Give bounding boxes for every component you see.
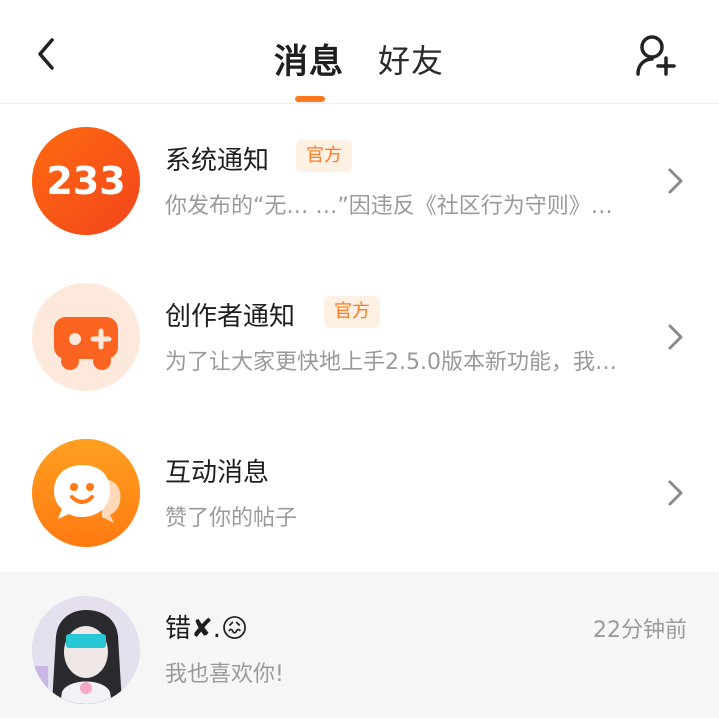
gamepad-plus-icon xyxy=(32,283,140,391)
official-badge: 官方 xyxy=(324,296,380,328)
tab-friends[interactable]: 好友 xyxy=(378,36,444,82)
top-bar: 消息 好友 xyxy=(0,0,719,104)
active-tab-indicator xyxy=(295,96,325,102)
add-friend-icon[interactable] xyxy=(632,32,678,78)
logo-233-icon: 233 xyxy=(32,127,140,235)
svg-text:233: 233 xyxy=(46,159,125,203)
official-badge: 官方 xyxy=(296,140,352,172)
back-arrow-icon[interactable] xyxy=(28,34,68,74)
smiley-chat-icon xyxy=(32,439,140,547)
chat-username: 错✘.😖 xyxy=(165,614,249,644)
logo-233: 233 xyxy=(32,127,140,235)
message-preview: 赞了你的帖子 xyxy=(165,506,298,531)
message-title: 互动消息 xyxy=(165,458,270,488)
message-title: 创作者通知 xyxy=(165,302,296,332)
user-avatar xyxy=(32,596,140,704)
message-time: 22分钟前 xyxy=(593,618,687,643)
message-preview: 我也喜欢你! xyxy=(165,662,284,687)
tab-messages[interactable]: 消息 xyxy=(274,34,344,83)
chevron-right-icon xyxy=(668,324,683,350)
chevron-right-icon xyxy=(668,480,683,506)
message-title: 系统通知 xyxy=(165,146,270,176)
chat-item-user[interactable]: 错✘.😖 22分钟前 我也喜欢你! xyxy=(0,572,719,718)
message-item-interaction[interactable]: 互动消息 赞了你的帖子 xyxy=(0,416,719,572)
message-item-system[interactable]: 233 系统通知 官方 你发布的“无… …”因违反《社区行为守则》… xyxy=(0,104,719,260)
chevron-right-icon xyxy=(668,168,683,194)
message-preview: 为了让大家更快地上手2.5.0版本新功能，我… xyxy=(165,350,617,375)
message-item-creator[interactable]: 创作者通知 官方 为了让大家更快地上手2.5.0版本新功能，我… xyxy=(0,260,719,416)
message-preview: 你发布的“无… …”因违反《社区行为守则》… xyxy=(165,194,613,219)
